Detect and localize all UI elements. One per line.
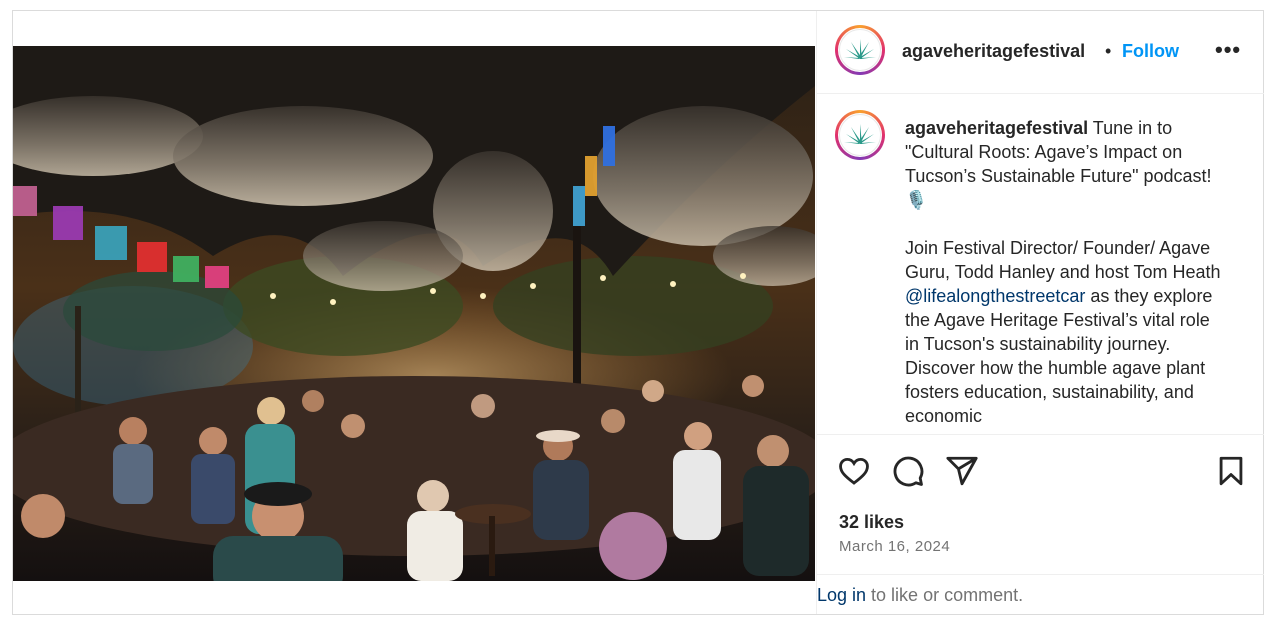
action-bar: 32 likes March 16, 2024 — [817, 434, 1264, 580]
more-options-icon[interactable]: ••• — [1215, 37, 1241, 63]
caption-para2: Join Festival Director/ Founder/ Agave G… — [905, 238, 1221, 282]
separator-dot: • — [1105, 41, 1112, 61]
mention-link[interactable]: @lifealongthestreetcar — [905, 286, 1085, 306]
post-image[interactable] — [13, 46, 815, 581]
likes-count[interactable]: 32 likes — [839, 512, 904, 533]
caption-username[interactable]: agaveheritagefestival — [905, 118, 1088, 138]
share-icon[interactable] — [945, 454, 979, 488]
login-rest-text: to like or comment. — [866, 585, 1024, 605]
post-sidebar: agaveheritagefestival • Follow ••• agave… — [816, 11, 1264, 614]
caption-area: agaveheritagefestival Tune in to "Cultur… — [817, 94, 1264, 434]
post-date: March 16, 2024 — [839, 538, 951, 555]
agave-logo-icon — [839, 29, 881, 71]
instagram-post-card: agaveheritagefestival • Follow ••• agave… — [12, 10, 1264, 615]
avatar[interactable] — [835, 25, 885, 75]
follow-button[interactable]: Follow — [1122, 41, 1179, 62]
agave-logo-icon — [839, 114, 881, 156]
post-header: agaveheritagefestival • Follow ••• — [817, 11, 1264, 94]
bookmark-icon[interactable] — [1214, 454, 1248, 488]
caption-text: agaveheritagefestival Tune in to "Cultur… — [905, 116, 1225, 428]
username-link[interactable]: agaveheritagefestival — [902, 41, 1085, 62]
caption-para3: Discover how the humble agave plant fost… — [905, 358, 1206, 426]
heart-icon[interactable] — [837, 454, 871, 488]
login-link[interactable]: Log in — [817, 585, 866, 605]
login-prompt: Log in to like or comment. — [817, 574, 1264, 615]
festival-crowd-photo — [13, 46, 815, 581]
comment-icon[interactable] — [891, 454, 925, 488]
caption-avatar[interactable] — [835, 110, 885, 160]
